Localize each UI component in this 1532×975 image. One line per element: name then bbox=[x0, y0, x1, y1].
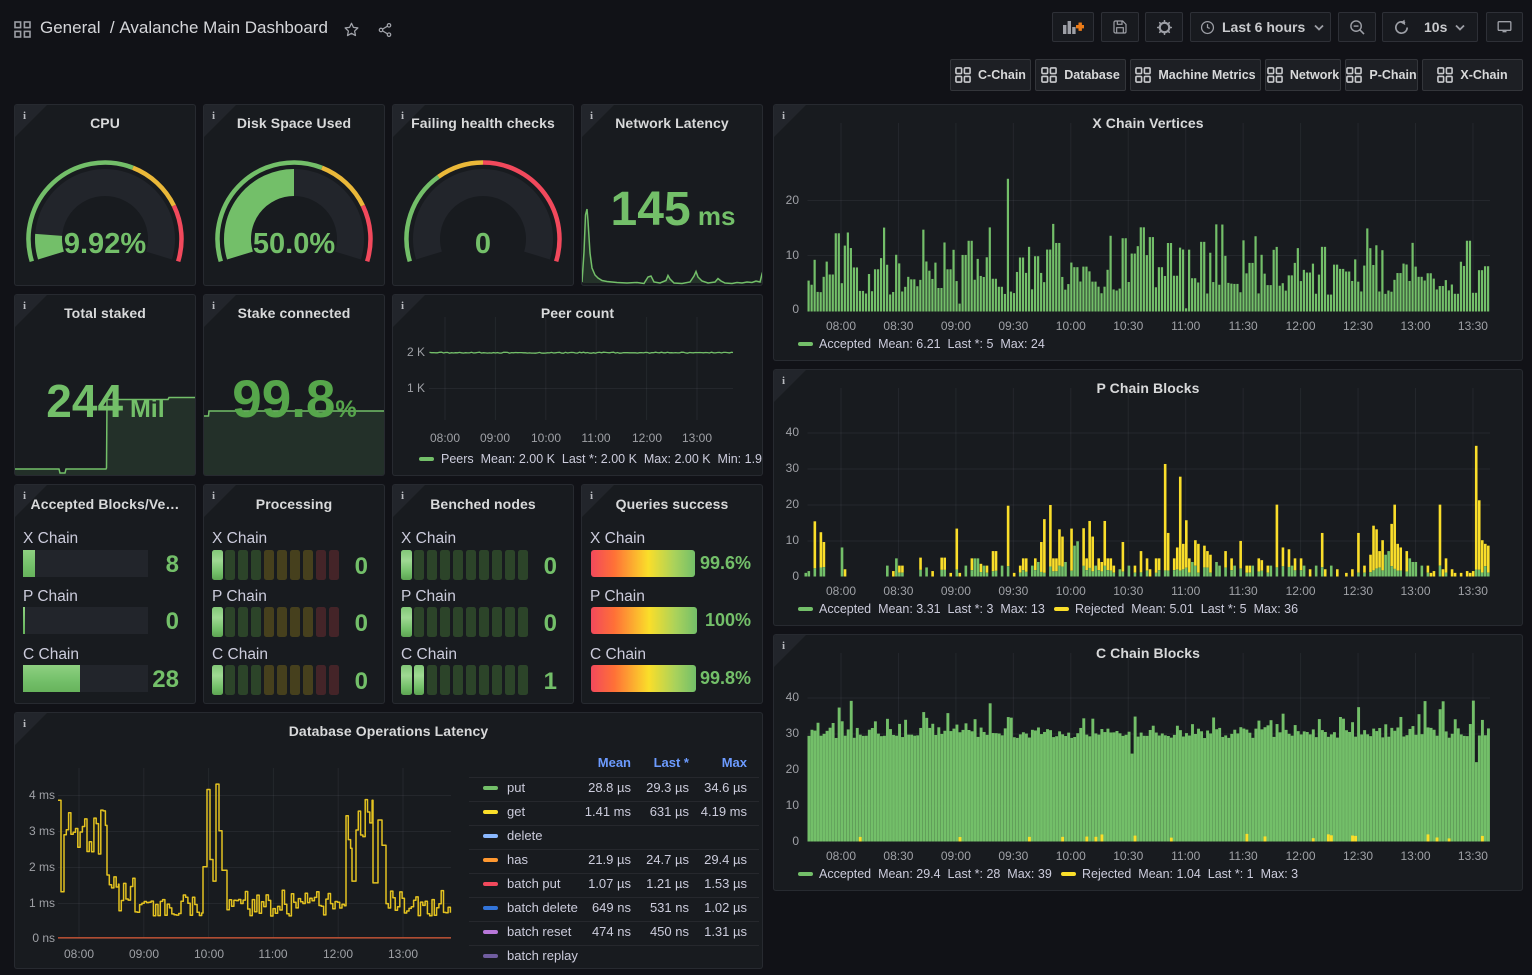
svg-text:0: 0 bbox=[475, 228, 491, 260]
svg-text:50.0%: 50.0% bbox=[253, 228, 335, 260]
svg-text:9.92%: 9.92% bbox=[64, 228, 146, 260]
